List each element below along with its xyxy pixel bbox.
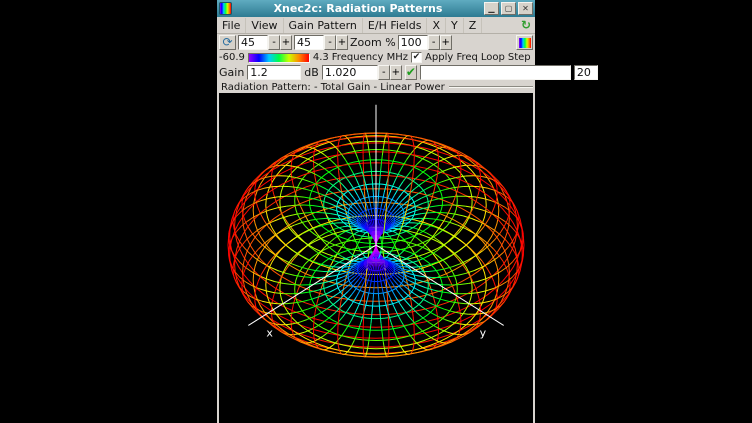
rotate-spinner: - +	[238, 35, 292, 50]
zoom-label: Zoom %	[350, 36, 396, 49]
reset-rotation-button[interactable]: ⟳	[219, 35, 236, 50]
z-axis-button[interactable]: Z	[464, 18, 483, 33]
db-label: dB	[304, 66, 319, 79]
maximize-icon: ▢	[505, 4, 513, 13]
check-icon: ✔	[413, 53, 421, 62]
frequency-input[interactable]	[322, 65, 378, 80]
y-axis-button[interactable]: Y	[446, 18, 464, 33]
minimize-icon: ▁	[488, 4, 494, 13]
incline-increment-button[interactable]: +	[336, 35, 348, 50]
frame-header: Radiation Pattern: - Total Gain - Linear…	[217, 81, 535, 93]
scale-min-value: -60.9	[219, 52, 245, 63]
colormap-button[interactable]	[516, 35, 533, 50]
rotate-increment-button[interactable]: +	[280, 35, 292, 50]
frame-label: Radiation Pattern: - Total Gain - Linear…	[221, 82, 445, 93]
apply-freq-label: Apply Freq	[425, 52, 478, 63]
close-button[interactable]: ✕	[518, 2, 533, 15]
gain-value-field[interactable]	[247, 65, 301, 80]
frame-divider	[449, 86, 533, 88]
green-checkmark-icon: ✔	[406, 65, 416, 79]
scale-max-value: 4.3	[313, 52, 329, 63]
incline-decrement-button[interactable]: -	[324, 35, 336, 50]
svg-text:x: x	[266, 326, 273, 339]
menu-view[interactable]: View	[246, 18, 283, 33]
frequency-increment-button[interactable]: +	[390, 65, 402, 80]
frequency-decrement-button[interactable]: -	[378, 65, 390, 80]
redraw-button[interactable]: ↻	[517, 18, 535, 32]
frequency-label: Frequency MHz	[332, 52, 408, 63]
close-icon: ✕	[522, 4, 529, 13]
desktop-background: Xnec2c: Radiation Patterns ▁ ▢ ✕ File Vi…	[0, 0, 752, 423]
view-toolbar: ⟳ - + - + Zoom % - +	[217, 34, 535, 51]
loop-progress-field[interactable]	[420, 65, 571, 80]
menubar: File View Gain Pattern E/H Fields X Y Z …	[217, 17, 535, 34]
minimize-button[interactable]: ▁	[484, 2, 499, 15]
frequency-spinner: - +	[322, 65, 402, 80]
radiation-pattern-svg: xy	[219, 93, 533, 423]
apply-freq-checkbox[interactable]: ✔	[411, 52, 422, 63]
radiation-patterns-window: Xnec2c: Radiation Patterns ▁ ▢ ✕ File Vi…	[217, 0, 535, 423]
zoom-input[interactable]	[398, 35, 428, 50]
x-axis-button[interactable]: X	[427, 18, 446, 33]
colormap-icon	[519, 38, 531, 48]
incline-input[interactable]	[294, 35, 324, 50]
zoom-increment-button[interactable]: +	[440, 35, 452, 50]
rotate-icon: ⟳	[222, 35, 232, 49]
maximize-button[interactable]: ▢	[501, 2, 516, 15]
titlebar[interactable]: Xnec2c: Radiation Patterns ▁ ▢ ✕	[217, 0, 535, 17]
apply-frequency-button[interactable]: ✔	[405, 65, 417, 80]
steps-field[interactable]	[574, 65, 598, 80]
scale-frequency-bar: -60.9 4.3 Frequency MHz ✔ Apply Freq Loo…	[217, 51, 535, 64]
app-icon	[219, 2, 232, 15]
svg-text:y: y	[480, 326, 487, 339]
rotate-decrement-button[interactable]: -	[268, 35, 280, 50]
window-title: Xnec2c: Radiation Patterns	[234, 0, 482, 17]
pattern-canvas[interactable]: xy	[219, 93, 533, 423]
incline-spinner: - +	[294, 35, 348, 50]
gain-label: Gain	[219, 66, 244, 79]
gain-colorbar	[248, 53, 310, 63]
step-label: Step	[508, 52, 531, 63]
menu-gain-pattern[interactable]: Gain Pattern	[284, 18, 363, 33]
redraw-arrow-icon: ↻	[521, 18, 531, 32]
gain-frequency-toolbar: Gain dB - + ✔	[217, 64, 535, 81]
zoom-decrement-button[interactable]: -	[428, 35, 440, 50]
rotate-input[interactable]	[238, 35, 268, 50]
zoom-spinner: - +	[398, 35, 452, 50]
menu-file[interactable]: File	[217, 18, 246, 33]
loop-button[interactable]: Loop	[481, 52, 505, 63]
menu-eh-fields[interactable]: E/H Fields	[363, 18, 428, 33]
